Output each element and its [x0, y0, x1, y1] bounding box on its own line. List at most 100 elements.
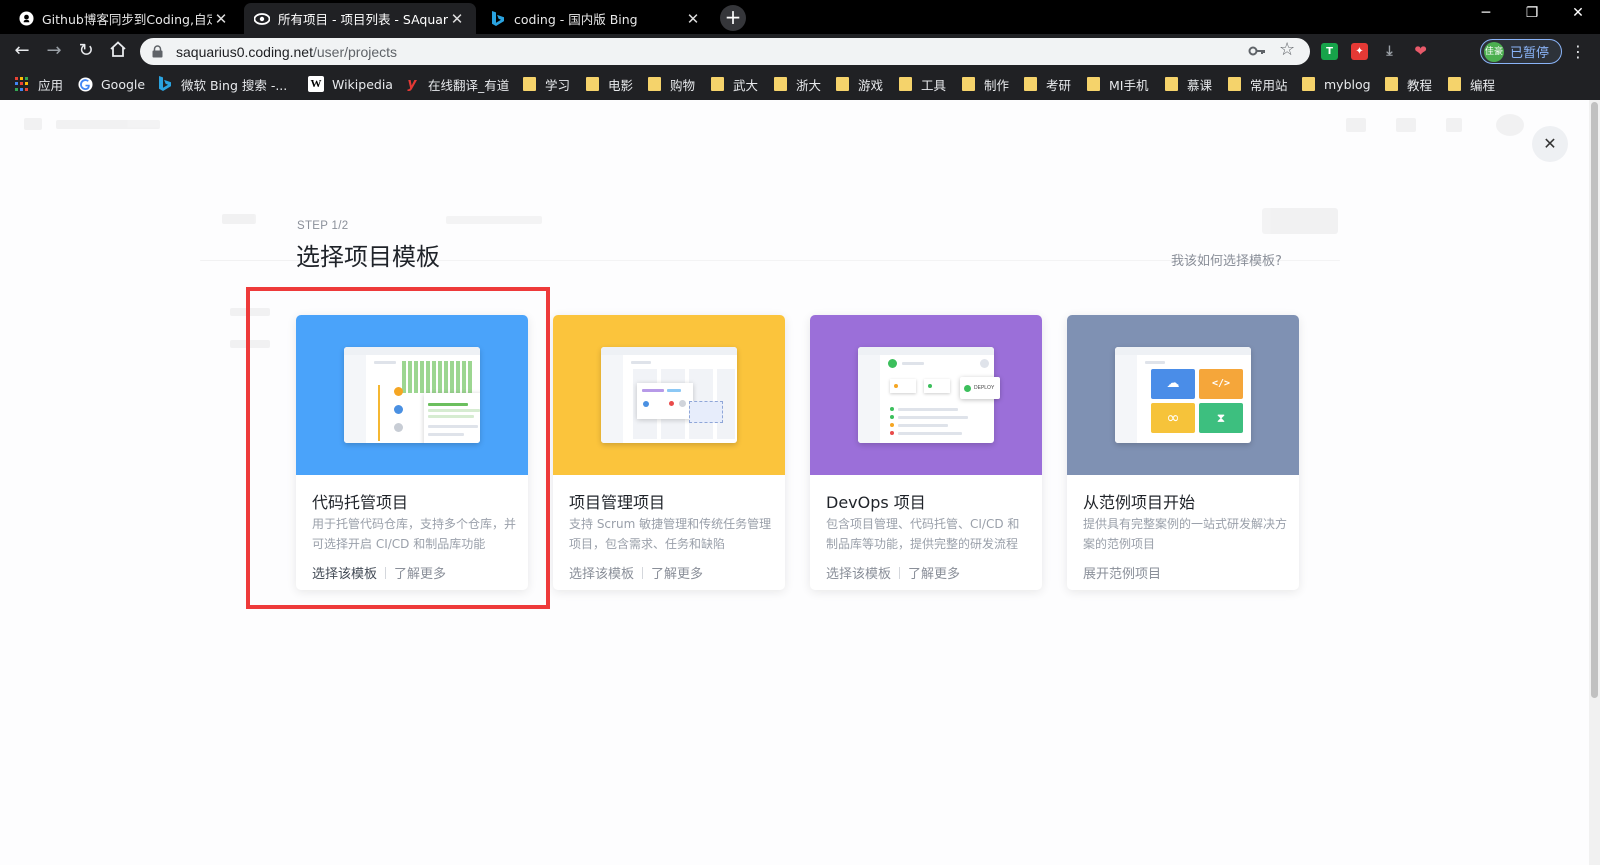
bookmark-label: 浙大: [796, 77, 822, 93]
project-management-illustration: [601, 347, 737, 443]
template-card-code-hosting[interactable]: 代码托管项目 用于托管代码仓库，支持多个仓库，并可选择开启 CI/CD 和制品库…: [296, 315, 528, 590]
folder-icon: [1022, 76, 1038, 92]
select-template-button[interactable]: 选择该模板: [826, 563, 891, 582]
template-card-sample-project[interactable]: ☁ </> ∞ ⧗ 从范例项目开始 提供具有完整案例的一站式研发解决方案的范例项…: [1067, 315, 1299, 590]
infinity-tile-icon: ∞: [1151, 403, 1195, 433]
bing-icon: [157, 76, 173, 92]
deploy-badge: DEPLOY: [960, 377, 1000, 399]
cloud-tile-icon: ☁: [1151, 369, 1195, 399]
check-circle-icon: [964, 384, 971, 392]
profile-button[interactable]: 佳豪 已暂停: [1480, 39, 1562, 64]
bookmark-label: 编程: [1470, 77, 1496, 93]
card-actions: 展开范例项目: [1083, 563, 1161, 582]
minimize-icon[interactable]: ─: [1470, 5, 1502, 21]
bing-icon: [490, 10, 506, 27]
window-close-icon[interactable]: ✕: [1562, 5, 1594, 21]
new-tab-button[interactable]: +: [720, 5, 746, 31]
forward-arrow-icon[interactable]: →: [43, 40, 65, 62]
bookmark-folder[interactable]: 学习: [521, 75, 570, 93]
bookmark-folder[interactable]: 编程: [1446, 75, 1495, 93]
browser-toolbar: ← → ↻ saquarius0.coding.net/user/project…: [0, 34, 1600, 68]
close-icon: ✕: [1543, 134, 1557, 153]
bookmark-apps[interactable]: 应用: [14, 75, 63, 93]
tab-close-icon[interactable]: ✕: [684, 10, 702, 28]
folder-icon: [1163, 76, 1179, 92]
flask-tile-icon: ⧗: [1199, 403, 1243, 433]
bookmark-label: 电影: [608, 77, 634, 93]
card-description: 包含项目管理、代码托管、CI/CD 和制品库等功能，提供完整的研发流程: [826, 517, 1020, 551]
reload-icon[interactable]: ↻: [75, 40, 97, 62]
bookmark-youdao[interactable]: y 在线翻译_有道: [404, 75, 509, 93]
bookmark-folder[interactable]: 电影: [584, 75, 633, 93]
wikipedia-icon: W: [308, 76, 324, 92]
tab-bing[interactable]: coding - 国内版 Bing ✕: [480, 3, 712, 34]
template-card-project-management[interactable]: 项目管理项目 支持 Scrum 敏捷管理和传统任务管理项目，包含需求、任务和缺陷…: [553, 315, 785, 590]
bookmark-bing[interactable]: 微软 Bing 搜索 -...: [157, 75, 287, 93]
key-icon[interactable]: [1248, 42, 1266, 61]
scrollbar-thumb[interactable]: [1591, 102, 1598, 698]
card-description: 提供具有完整案例的一站式研发解决方案的范例项目: [1083, 517, 1288, 551]
bookmark-folder[interactable]: MI手机: [1085, 75, 1148, 93]
extension-heart-icon[interactable]: ❤: [1412, 43, 1429, 60]
learn-more-link[interactable]: 了解更多: [394, 563, 446, 582]
tab-close-icon[interactable]: ✕: [212, 10, 230, 28]
bookmark-google[interactable]: Google: [77, 75, 145, 93]
back-arrow-icon[interactable]: ←: [11, 40, 33, 62]
bookmark-folder[interactable]: 慕课: [1163, 75, 1212, 93]
avatar: 佳豪: [1484, 41, 1504, 62]
restore-icon[interactable]: ❐: [1516, 5, 1548, 21]
profile-status-label: 已暂停: [1510, 46, 1550, 61]
select-template-button[interactable]: 选择该模板: [312, 563, 377, 582]
template-help-link[interactable]: 我该如何选择模板?: [1171, 250, 1282, 269]
tab-projects[interactable]: 所有项目 - 项目列表 - SAquarius ✕: [244, 3, 476, 34]
page-content: ✕ STEP 1/2 选择项目模板 我该如何选择模板? 代码托管项目 用于托管代…: [0, 100, 1600, 865]
card-banner: ☁ </> ∞ ⧗: [1067, 315, 1299, 475]
bookmark-folder[interactable]: 常用站: [1226, 75, 1288, 93]
bookmark-folder[interactable]: 武大: [709, 75, 758, 93]
bookmark-folder[interactable]: 工具: [897, 75, 946, 93]
extension-shield-icon[interactable]: T: [1321, 43, 1338, 60]
page-scrollbar[interactable]: [1589, 100, 1600, 865]
tab-title: 所有项目 - 项目列表 - SAquarius: [278, 12, 448, 27]
bookmark-folder[interactable]: 考研: [1022, 75, 1071, 93]
folder-icon: [960, 76, 976, 92]
divider: [385, 566, 387, 579]
tab-close-icon[interactable]: ✕: [448, 10, 466, 28]
page-title: 选择项目模板: [296, 243, 440, 271]
star-bookmark-icon[interactable]: ☆: [1279, 39, 1295, 60]
card-description: 支持 Scrum 敏捷管理和传统任务管理项目，包含需求、任务和缺陷: [569, 517, 772, 551]
card-description: 用于托管代码仓库，支持多个仓库，并可选择开启 CI/CD 和制品库功能: [312, 517, 517, 551]
learn-more-link[interactable]: 了解更多: [651, 563, 703, 582]
kebab-menu-icon[interactable]: ⋮: [1570, 42, 1586, 61]
expand-sample-projects-button[interactable]: 展开范例项目: [1083, 563, 1161, 582]
card-title: 代码托管项目: [312, 493, 409, 512]
google-icon: [77, 76, 93, 92]
bookmark-folder[interactable]: 浙大: [772, 75, 821, 93]
select-template-button[interactable]: 选择该模板: [569, 563, 634, 582]
card-actions: 选择该模板 了解更多: [826, 563, 960, 582]
bookmark-label: 学习: [545, 77, 571, 93]
bookmark-folder[interactable]: 购物: [646, 75, 695, 93]
url-host: saquarius0.coding.net: [176, 43, 313, 60]
folder-icon: [834, 76, 850, 92]
extension-red-icon[interactable]: ✦: [1351, 43, 1368, 60]
folder-icon: [709, 76, 725, 92]
home-icon[interactable]: [107, 40, 129, 62]
bookmark-folder[interactable]: 教程: [1383, 75, 1432, 93]
card-banner: [553, 315, 785, 475]
close-dialog-button[interactable]: ✕: [1532, 126, 1568, 162]
bookmark-folder[interactable]: myblog: [1300, 75, 1371, 93]
bookmark-label: 常用站: [1250, 77, 1288, 93]
template-card-devops[interactable]: DEPLOY DevOps 项目 包含项目管理、代码托管、CI/CD 和制品库等…: [810, 315, 1042, 590]
tab-github-blog[interactable]: Github博客同步到Coding,自定义 ✕: [8, 3, 240, 34]
folder-icon: [521, 76, 537, 92]
bookmark-folder[interactable]: 制作: [960, 75, 1009, 93]
folder-icon: [584, 76, 600, 92]
bookmark-wikipedia[interactable]: W Wikipedia: [308, 75, 393, 93]
bookmark-folder[interactable]: 游戏: [834, 75, 883, 93]
folder-icon: [1446, 76, 1462, 92]
learn-more-link[interactable]: 了解更多: [908, 563, 960, 582]
address-bar[interactable]: saquarius0.coding.net/user/projects ☆: [140, 38, 1310, 65]
download-icon[interactable]: ⤓: [1381, 43, 1398, 60]
deploy-label: DEPLOY: [974, 385, 995, 391]
